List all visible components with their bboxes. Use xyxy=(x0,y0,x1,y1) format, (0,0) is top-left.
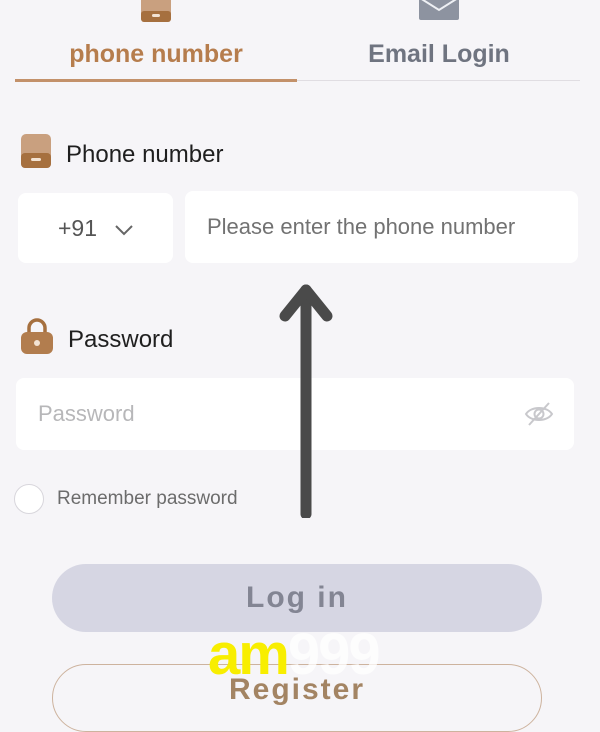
tab-divider xyxy=(297,80,580,81)
login-tabs: phone number Email Login xyxy=(0,0,600,82)
tab-phone-label: phone number xyxy=(69,40,243,68)
tab-phone-number[interactable]: phone number xyxy=(15,0,297,82)
country-code-select[interactable]: +91 xyxy=(18,193,173,263)
watermark-part-2: 999 xyxy=(287,622,381,687)
tab-email-login[interactable]: Email Login xyxy=(298,0,580,82)
phone-number-label: Phone number xyxy=(20,134,223,175)
password-label: Password xyxy=(20,318,173,361)
watermark-logo: am999 xyxy=(208,626,381,684)
eye-off-icon[interactable] xyxy=(524,399,554,434)
phone-icon xyxy=(20,134,52,175)
country-code-value: +91 xyxy=(57,214,97,241)
password-label-text: Password xyxy=(68,325,174,353)
chevron-down-icon xyxy=(115,215,133,242)
watermark-part-1: am xyxy=(208,622,290,687)
active-tab-indicator xyxy=(15,79,297,82)
remember-radio[interactable] xyxy=(14,484,44,514)
arrow-up-icon xyxy=(279,284,333,518)
phone-number-input[interactable] xyxy=(185,191,578,263)
password-input[interactable] xyxy=(16,378,506,450)
mail-icon xyxy=(419,0,459,27)
phone-icon xyxy=(141,0,171,29)
lock-icon xyxy=(20,318,54,361)
remember-password-label: Remember password xyxy=(57,488,238,509)
remember-password-checkbox[interactable]: Remember password xyxy=(14,484,238,514)
tab-email-label: Email Login xyxy=(368,40,510,68)
phone-number-label-text: Phone number xyxy=(66,140,224,168)
